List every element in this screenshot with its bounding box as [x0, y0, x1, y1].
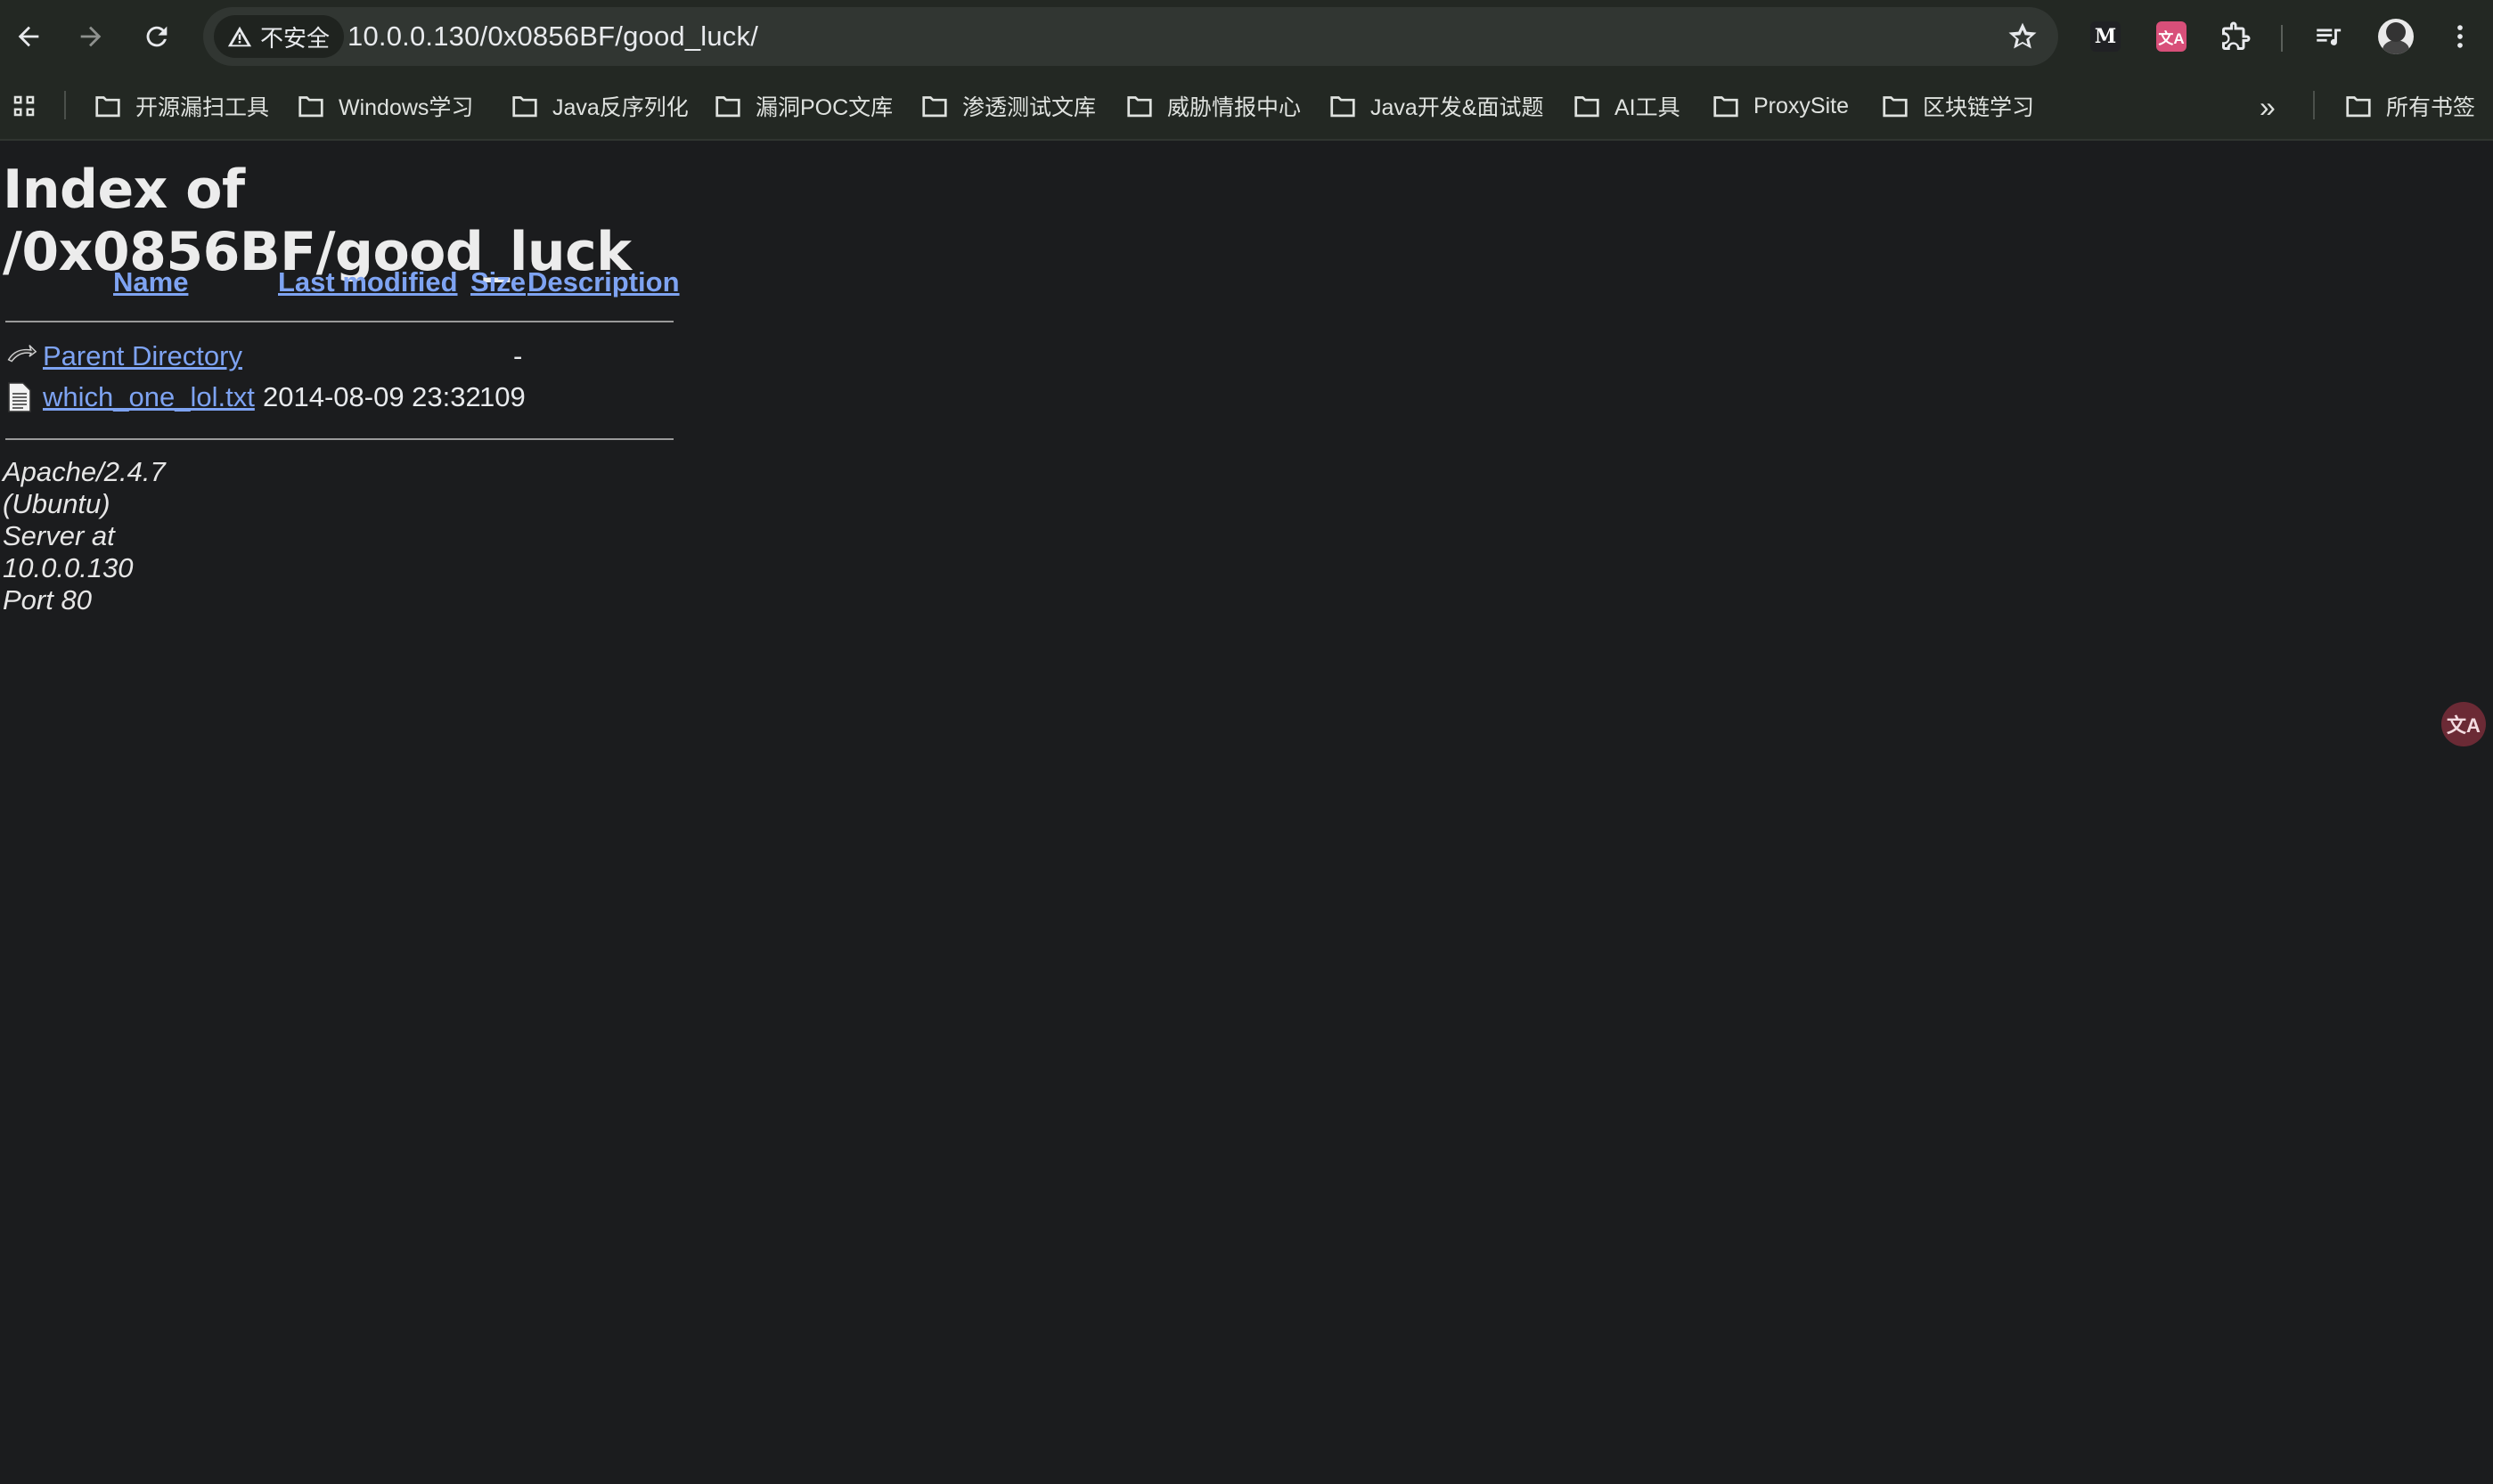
bookmark-item[interactable]: Windows学习 [296, 73, 473, 139]
apps-grid-icon[interactable] [11, 93, 37, 119]
size-cell: - [513, 340, 523, 371]
url-text[interactable]: 10.0.0.130/0x0856BF/good_luck/ [347, 7, 758, 66]
profile-button[interactable] [2375, 16, 2416, 57]
reload-icon [146, 26, 168, 47]
bookmark-label: AI工具 [1614, 95, 1680, 120]
bookmark-item[interactable]: 渗透测试文库 [920, 73, 1096, 139]
m-extension-button[interactable]: M [2085, 16, 2126, 57]
media-controls-button[interactable] [2308, 16, 2349, 57]
arrow-right-icon [80, 26, 102, 47]
menu-button[interactable] [2440, 16, 2481, 57]
bookmark-label: ProxySite [1753, 93, 1849, 118]
footer-divider [5, 438, 674, 440]
more-bookmarks-button[interactable]: » [2260, 91, 2276, 124]
security-chip[interactable]: 不安全 [214, 15, 345, 58]
folder-icon [1883, 96, 1908, 118]
folder-icon [715, 96, 740, 118]
file-link[interactable]: which_one_lol.txt [43, 381, 255, 413]
folder-icon [1127, 96, 1152, 118]
security-label: 不安全 [260, 24, 331, 52]
back-button[interactable] [2, 10, 55, 63]
bookmark-label: 开源漏扫工具 [135, 95, 270, 120]
forward-button[interactable] [64, 10, 118, 63]
header-divider [5, 321, 674, 322]
server-signature: Apache/2.4.7 (Ubuntu) Server at 10.0.0.1… [3, 456, 166, 616]
sort-by-name-link[interactable]: Name [113, 266, 188, 298]
bookmark-item[interactable]: 开源漏扫工具 [93, 73, 269, 139]
warning-icon [227, 26, 252, 47]
folder-icon [512, 96, 537, 118]
text-file-icon [8, 382, 31, 412]
more-vertical-icon [2457, 25, 2463, 48]
bookmark-item[interactable]: 漏洞POC文库 [713, 73, 893, 139]
folder-icon [1330, 96, 1355, 118]
bookmark-item[interactable]: AI工具 [1572, 73, 1680, 139]
bookmarks-bar: 开源漏扫工具 Windows学习 Java反序列化 漏洞POC文库 渗透测试文库 威胁情报… [0, 73, 2493, 141]
sort-by-description-link[interactable]: Description [527, 266, 680, 298]
folder-icon [1713, 96, 1738, 118]
folder-icon [95, 96, 120, 118]
modified-cell: 2014-08-09 23:32 [263, 381, 481, 412]
bookmark-label: Java开发&面试题 [1370, 95, 1544, 120]
folder-icon [2346, 96, 2371, 118]
bookmark-label: 威胁情报中心 [1167, 95, 1302, 120]
floating-translate-button[interactable]: 文A [2441, 702, 2486, 746]
bookmark-label: 渗透测试文库 [962, 95, 1097, 120]
page-title: Index of /0x0856BF/good_luck [3, 159, 632, 283]
all-bookmarks-button[interactable]: 所有书签 [2343, 73, 2475, 139]
bookmark-label: 漏洞POC文库 [756, 95, 894, 120]
bookmark-label: Windows学习 [339, 95, 474, 120]
translate-extension-button[interactable]: 文A [2151, 16, 2192, 57]
address-bar[interactable]: 不安全 10.0.0.130/0x0856BF/good_luck/ [203, 7, 2058, 66]
sort-by-size-link[interactable]: Size [470, 266, 526, 298]
m-extension-icon: M [2090, 21, 2121, 52]
bookmark-item[interactable]: Java开发&面试题 [1328, 73, 1543, 139]
bookmark-label: Java反序列化 [552, 95, 689, 120]
folder-icon [922, 96, 947, 118]
all-bookmarks-label: 所有书签 [2386, 95, 2476, 120]
puzzle-icon [2222, 21, 2251, 50]
parent-directory-link[interactable]: Parent Directory [43, 340, 242, 372]
bookmarks-divider [2313, 91, 2315, 119]
bookmark-item[interactable]: ProxySite [1711, 73, 1849, 139]
bookmark-item[interactable]: 威胁情报中心 [1124, 73, 1301, 139]
browser-toolbar: 不安全 10.0.0.130/0x0856BF/good_luck/ M 文A [0, 0, 2493, 73]
arrow-left-icon [18, 26, 39, 47]
back-icon [7, 345, 37, 363]
size-cell: 109 [479, 381, 526, 412]
bookmark-label: 区块链学习 [1923, 95, 2035, 120]
bookmarks-divider [64, 91, 66, 119]
bookmark-star-icon[interactable] [2005, 19, 2040, 54]
folder-icon [298, 96, 323, 118]
bookmark-item[interactable]: 区块链学习 [1880, 73, 2034, 139]
reload-button[interactable] [130, 10, 184, 63]
extensions-button[interactable] [2215, 16, 2256, 57]
translate-extension-icon: 文A [2156, 21, 2186, 52]
toolbar-divider [2281, 25, 2283, 52]
folder-icon [1574, 96, 1599, 118]
playlist-music-icon [2317, 29, 2342, 45]
bookmark-item[interactable]: Java反序列化 [510, 73, 689, 139]
avatar [2378, 19, 2414, 54]
sort-by-last-modified-link[interactable]: Last modified [278, 266, 458, 298]
